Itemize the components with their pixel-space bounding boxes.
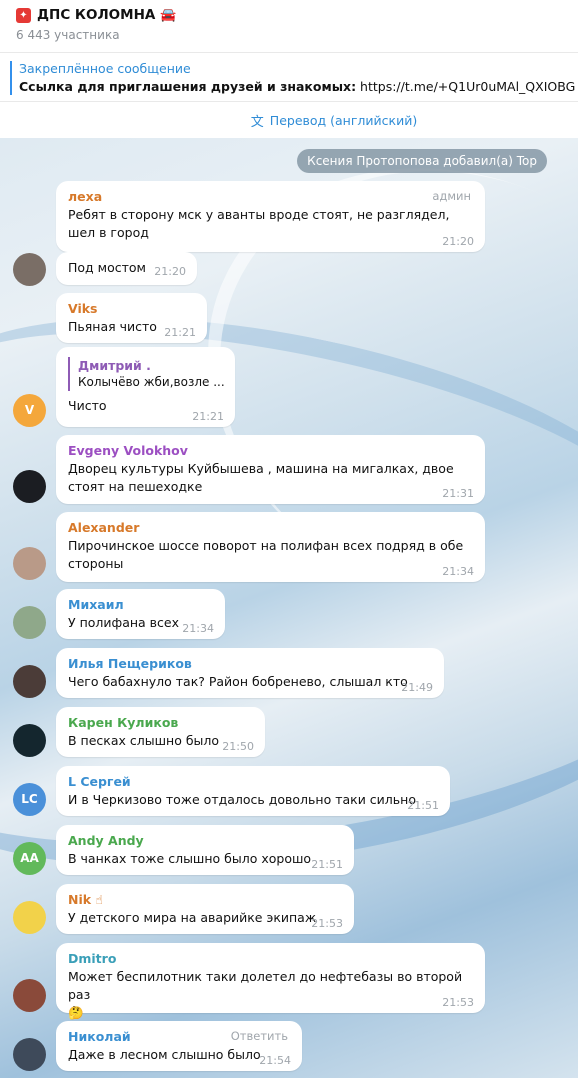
message-bubble[interactable]: Andy Andy В чанках тоже слышно было хоро… <box>56 825 354 875</box>
sender-name[interactable]: Viks <box>68 300 196 318</box>
message-time: 21:21 <box>164 326 196 339</box>
message-bubble[interactable]: Dmitro Может беспилотник таки долетел до… <box>56 943 485 1020</box>
message-bubble[interactable]: Nik ☝ У детского мира на аварийке экипаж… <box>56 884 354 934</box>
sos-red-icon: ✦ <box>16 7 31 23</box>
message-bubble[interactable]: Viks Пьяная чисто 21:21 <box>56 293 207 343</box>
message-text: Дворец культуры Куйбышева , машина на ми… <box>68 461 454 494</box>
avatar[interactable] <box>13 470 46 503</box>
message-text: Чего бабахнуло так? Район бобренево, слы… <box>68 674 408 689</box>
avatar[interactable]: AA <box>13 842 46 875</box>
chat-header[interactable]: ✦ ДПС КОЛОМНА 🚘 6 443 участника <box>0 0 578 52</box>
translate-icon: 文 <box>250 115 264 130</box>
avatar[interactable] <box>13 1038 46 1071</box>
message-text: Даже в лесном слышно было <box>68 1047 261 1062</box>
message-text: И в Черкизово тоже отдалось довольно так… <box>68 792 416 807</box>
message-bubble[interactable]: Дмитрий . Колычёво жби,возле ... Чисто 2… <box>56 347 235 427</box>
message-text: Ребят в сторону мск у аванты вроде стоят… <box>68 207 450 240</box>
message-time: 21:21 <box>192 410 224 423</box>
sender-name[interactable]: Михаил <box>68 596 214 614</box>
thinking-emoji: 🤔 <box>68 1005 84 1020</box>
service-message: Ксения Протопопова добавил(а) Top <box>297 149 547 173</box>
sender-name[interactable]: Alexander <box>68 519 474 537</box>
reply-sender: Дмитрий . <box>78 358 151 373</box>
message-time: 21:53 <box>442 996 474 1009</box>
pinned-text: Ссылка для приглашения друзей и знакомых… <box>19 79 575 94</box>
admin-badge: админ <box>432 189 471 203</box>
message-time: 21:51 <box>407 799 439 812</box>
message-text: У детского мира на аварийке экипаж <box>68 910 317 925</box>
avatar[interactable] <box>13 606 46 639</box>
avatar[interactable] <box>13 901 46 934</box>
sender-name[interactable]: Dmitro <box>68 950 474 968</box>
sender-name[interactable]: леха <box>68 188 474 206</box>
sender-name[interactable]: Nik ☝ <box>68 891 343 909</box>
sender-name[interactable]: Илья Пещериков <box>68 655 433 673</box>
sender-name[interactable]: Карен Куликов <box>68 714 254 732</box>
message-text: Пирочинское шоссе поворот на полифан все… <box>68 538 464 571</box>
chat-title-row: ✦ ДПС КОЛОМНА 🚘 <box>16 7 177 23</box>
message-time: 21:34 <box>182 622 214 635</box>
message-time: 21:20 <box>154 265 186 278</box>
message-bubble[interactable]: леха админ Ребят в сторону мск у аванты … <box>56 181 485 252</box>
avatar[interactable] <box>13 724 46 757</box>
sender-name-text: Nik <box>68 892 92 907</box>
pinned-accent-bar <box>10 61 12 95</box>
message-time: 21:31 <box>442 487 474 500</box>
member-count: 6 443 участника <box>16 28 120 42</box>
message-bubble[interactable]: Evgeny Volokhov Дворец культуры Куйбышев… <box>56 435 485 504</box>
pinned-message[interactable]: Закреплённое сообщение Ссылка для пригла… <box>0 52 578 102</box>
message-bubble[interactable]: Михаил У полифана всех 21:34 <box>56 589 225 639</box>
chat-title: ДПС КОЛОМНА <box>37 7 156 23</box>
reply-action[interactable]: Ответить <box>231 1029 288 1043</box>
police-car-icon: 🚘 <box>160 7 177 23</box>
message-time: 21:34 <box>442 565 474 578</box>
message-time: 21:20 <box>442 235 474 248</box>
message-time: 21:51 <box>311 858 343 871</box>
sender-name[interactable]: L Сергей <box>68 773 439 791</box>
message-bubble[interactable]: Карен Куликов В песках слышно было 21:50 <box>56 707 265 757</box>
message-time: 21:49 <box>401 681 433 694</box>
message-time: 21:53 <box>311 917 343 930</box>
avatar[interactable]: LC <box>13 783 46 816</box>
pinned-bold-text: Ссылка для приглашения друзей и знакомых… <box>19 79 357 94</box>
message-bubble[interactable]: Николай Ответить Даже в лесном слышно бы… <box>56 1021 302 1071</box>
sender-name[interactable]: Evgeny Volokhov <box>68 442 474 460</box>
hand-icon: ☝ <box>95 892 104 907</box>
avatar[interactable] <box>13 253 46 286</box>
message-text: Может беспилотник таки долетел до нефтеб… <box>68 969 463 1002</box>
message-bubble[interactable]: Под мостом 21:20 <box>56 252 197 285</box>
reply-text: Колычёво жби,возле ... <box>78 375 225 389</box>
message-bubble[interactable]: Alexander Пирочинское шоссе поворот на п… <box>56 512 485 582</box>
avatar[interactable] <box>13 665 46 698</box>
reply-quote[interactable]: Дмитрий . Колычёво жби,возле ... <box>68 357 225 391</box>
translate-label: Перевод (английский) <box>269 113 418 128</box>
pinned-link[interactable]: https://t.me/+Q1Ur0uMAl_QXIOBG <box>356 79 575 94</box>
avatar[interactable] <box>13 979 46 1012</box>
sender-name[interactable]: Andy Andy <box>68 832 343 850</box>
message-bubble[interactable]: L Сергей И в Черкизово тоже отдалось дов… <box>56 766 450 816</box>
translate-button[interactable]: 文 Перевод (английский) <box>161 111 417 130</box>
message-time: 21:54 <box>259 1054 291 1067</box>
chat-area[interactable]: Ксения Протопопова добавил(а) Top леха а… <box>0 138 578 1078</box>
avatar[interactable] <box>13 547 46 580</box>
translate-bar: 文 Перевод (английский) <box>0 102 578 138</box>
message-time: 21:50 <box>222 740 254 753</box>
pinned-title: Закреплённое сообщение <box>19 61 191 76</box>
avatar[interactable]: V <box>13 394 46 427</box>
message-text: В чанках тоже слышно было хорошо <box>68 851 312 866</box>
message-bubble[interactable]: Илья Пещериков Чего бабахнуло так? Район… <box>56 648 444 698</box>
